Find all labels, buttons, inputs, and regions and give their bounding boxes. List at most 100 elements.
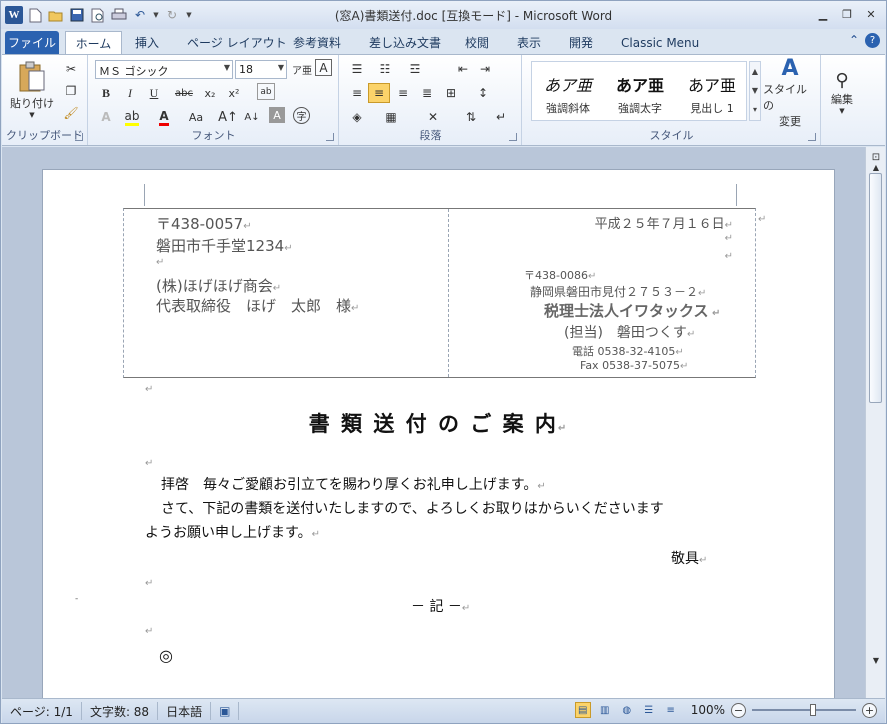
- tab-references[interactable]: 参考資料: [283, 31, 351, 54]
- font-launcher-icon[interactable]: [326, 133, 334, 141]
- style-heading-1[interactable]: あア亜 見出し 1: [676, 62, 748, 120]
- italic-icon[interactable]: I: [119, 83, 141, 103]
- multilevel-list-icon[interactable]: ☲: [404, 59, 426, 79]
- word-window: W ↶ ▼ ↻ ▼ (窓A)書類送付.doc [互換モード] - Microso…: [0, 0, 887, 724]
- increase-indent-icon[interactable]: ⇥: [474, 59, 496, 79]
- styles-scroll[interactable]: ▲ ▼ ▾: [749, 61, 761, 121]
- format-painter-icon[interactable]: 🖌: [60, 103, 82, 123]
- macro-record-icon[interactable]: ▣: [211, 702, 240, 720]
- numbering-icon[interactable]: ☷: [374, 59, 396, 79]
- borders-icon[interactable]: ▦: [380, 107, 402, 127]
- body-line-1: さて、下記の書類を送付いたしますので、よろしくお取りはからいくださいます: [161, 501, 664, 517]
- highlight-icon[interactable]: ab: [121, 107, 143, 127]
- font-size-combo[interactable]: 18 ▼: [235, 60, 287, 79]
- customize-qat-icon[interactable]: ▼: [184, 6, 194, 24]
- change-case-icon[interactable]: Aa: [185, 107, 207, 127]
- grow-font-icon[interactable]: A↑: [217, 107, 239, 127]
- scroll-thumb[interactable]: [869, 173, 882, 403]
- recipient-address: 磐田市千手堂1234↵: [156, 237, 293, 255]
- cut-icon[interactable]: ✂: [60, 59, 82, 79]
- tab-review[interactable]: 校閲: [455, 31, 499, 54]
- tab-file[interactable]: ファイル: [5, 31, 59, 54]
- show-marks-icon[interactable]: ↵: [490, 107, 512, 127]
- char-border-icon[interactable]: A: [315, 59, 332, 76]
- clipboard-launcher-icon[interactable]: [75, 133, 83, 141]
- title-bar: W ↶ ▼ ↻ ▼ (窓A)書類送付.doc [互換モード] - Microso…: [1, 1, 886, 29]
- new-document-icon[interactable]: [26, 6, 44, 24]
- undo-dropdown-icon[interactable]: ▼: [152, 6, 160, 24]
- zoom-out-icon[interactable]: −: [731, 702, 746, 718]
- tab-developer[interactable]: 開発: [559, 31, 603, 54]
- font-name-combo[interactable]: ＭＳ ゴシック ▼: [95, 60, 233, 79]
- restore-icon[interactable]: ❐: [836, 5, 858, 23]
- change-styles-button[interactable]: A スタイルの 変更: [763, 56, 817, 128]
- text-effects-icon[interactable]: A: [95, 107, 117, 127]
- shrink-font-icon[interactable]: A↓: [241, 107, 263, 127]
- distributed-icon[interactable]: ⊞: [440, 83, 462, 103]
- font-color-icon[interactable]: A: [153, 107, 175, 127]
- char-shading-icon[interactable]: A: [269, 107, 285, 123]
- bold-icon[interactable]: B: [95, 83, 117, 103]
- tab-home[interactable]: ホーム: [65, 31, 122, 54]
- zoom-in-icon[interactable]: +: [862, 702, 877, 718]
- print-icon[interactable]: [110, 6, 128, 24]
- tab-view[interactable]: 表示: [507, 31, 551, 54]
- underline-icon[interactable]: U: [143, 83, 165, 103]
- justify-icon[interactable]: ≣: [416, 83, 438, 103]
- subscript-icon[interactable]: x₂: [199, 83, 221, 103]
- print-layout-icon[interactable]: ▤: [574, 702, 591, 718]
- vertical-scrollbar[interactable]: ⊡ ▲ ▼: [865, 147, 885, 698]
- save-icon[interactable]: [68, 6, 86, 24]
- scroll-down-icon[interactable]: ▼: [869, 654, 883, 668]
- minimize-icon[interactable]: ▁: [812, 5, 834, 23]
- ruby-icon[interactable]: ア亜: [291, 59, 313, 79]
- close-icon[interactable]: ✕: [860, 5, 882, 23]
- paste-button[interactable]: 貼り付け ▼: [10, 59, 54, 121]
- enclose-char-icon[interactable]: 字: [293, 107, 310, 124]
- decrease-indent-icon[interactable]: ⇤: [452, 59, 474, 79]
- style-emphasis-italic[interactable]: あア亜 強調斜体: [532, 62, 604, 120]
- paragraph-launcher-icon[interactable]: [509, 133, 517, 141]
- copy-icon[interactable]: ❐: [60, 81, 82, 101]
- minimize-ribbon-icon[interactable]: ⌃: [849, 33, 859, 48]
- help-icon[interactable]: ?: [865, 33, 880, 48]
- print-preview-icon[interactable]: [89, 6, 107, 24]
- style-emphasis-bold[interactable]: あア亜 強調太字: [604, 62, 676, 120]
- superscript-icon[interactable]: x²: [223, 83, 245, 103]
- outline-icon[interactable]: ☰: [641, 702, 657, 718]
- align-right-icon[interactable]: ≡: [392, 83, 414, 103]
- shading-icon[interactable]: ◈: [346, 107, 368, 127]
- line-spacing-icon[interactable]: ↕: [472, 83, 494, 103]
- bullets-icon[interactable]: ☰: [346, 59, 368, 79]
- zoom-slider[interactable]: [752, 704, 856, 716]
- strikethrough-icon[interactable]: abc: [173, 83, 195, 103]
- tab-mailings[interactable]: 差し込み文書: [359, 31, 451, 54]
- zoom-slider-knob[interactable]: [810, 704, 816, 716]
- undo-icon[interactable]: ↶: [131, 6, 149, 24]
- draft-icon[interactable]: ≡: [663, 702, 679, 718]
- page-count[interactable]: ページ: 1/1: [2, 702, 82, 720]
- ribbon-help-controls: ⌃ ?: [849, 33, 880, 48]
- align-left-icon[interactable]: ≡: [346, 83, 368, 103]
- clear-formatting-icon[interactable]: ab: [257, 83, 275, 100]
- margin-mark: -: [75, 594, 79, 604]
- sort-icon[interactable]: ⇅: [460, 107, 482, 127]
- language-indicator[interactable]: 日本語: [158, 702, 212, 720]
- zoom-level[interactable]: 100%: [691, 703, 725, 717]
- web-layout-icon[interactable]: ◍: [619, 702, 635, 718]
- tab-insert[interactable]: 挿入: [125, 31, 169, 54]
- redo-icon[interactable]: ↻: [163, 6, 181, 24]
- word-count[interactable]: 文字数: 88: [82, 702, 159, 720]
- align-center-icon[interactable]: ≡: [368, 83, 390, 103]
- paragraph-mark: ↵: [145, 458, 154, 469]
- full-screen-reading-icon[interactable]: ▥: [597, 702, 613, 718]
- word-app-icon[interactable]: W: [5, 6, 23, 24]
- asian-layout-icon[interactable]: ✕: [422, 107, 444, 127]
- tab-page-layout[interactable]: ページ レイアウト: [177, 31, 297, 54]
- document-page[interactable]: 〒438-0057↵ 磐田市千手堂1234↵ ↵ (株)ほげほげ商会↵ 代表取締…: [42, 169, 835, 698]
- sender-company: 税理士法人イワタックス ↵: [544, 302, 721, 320]
- tab-classic-menu[interactable]: Classic Menu: [611, 31, 709, 54]
- styles-launcher-icon[interactable]: [808, 133, 816, 141]
- editing-button[interactable]: ⚲ 編集 ▼: [824, 61, 860, 123]
- open-folder-icon[interactable]: [47, 6, 65, 24]
